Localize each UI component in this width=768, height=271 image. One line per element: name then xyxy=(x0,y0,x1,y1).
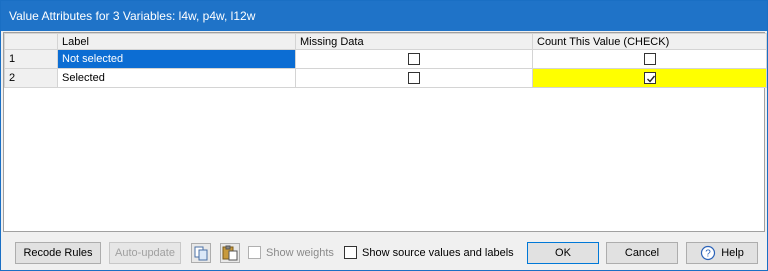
show-weights-checkbox[interactable] xyxy=(248,246,261,259)
attributes-grid: Label Missing Data Count This Value (CHE… xyxy=(3,32,767,232)
missing-data-checkbox[interactable] xyxy=(408,53,420,66)
ok-button[interactable]: OK xyxy=(527,242,599,264)
button-bar: Recode Rules Auto-update Show weights Sh… xyxy=(1,233,767,270)
table-row[interactable]: 1 Not selected xyxy=(4,49,767,69)
attributes-table: Label Missing Data Count This Value (CHE… xyxy=(4,33,767,88)
missing-data-cell[interactable] xyxy=(295,49,533,69)
label-cell[interactable]: Not selected xyxy=(57,49,296,69)
column-header-label[interactable]: Label xyxy=(57,33,296,50)
show-weights-option[interactable]: Show weights xyxy=(248,246,334,259)
show-source-checkbox[interactable] xyxy=(344,246,357,259)
svg-text:?: ? xyxy=(705,249,711,260)
count-value-checkbox[interactable] xyxy=(643,53,656,66)
table-header-row: Label Missing Data Count This Value (CHE… xyxy=(4,33,767,50)
help-button[interactable]: ? Help xyxy=(686,242,758,264)
help-label: Help xyxy=(721,247,744,259)
cancel-button[interactable]: Cancel xyxy=(606,242,678,264)
column-header-rownum xyxy=(4,33,58,50)
show-source-label: Show source values and labels xyxy=(362,246,514,259)
label-cell[interactable]: Selected xyxy=(57,68,296,88)
show-weights-label: Show weights xyxy=(266,246,334,259)
paste-button[interactable] xyxy=(220,243,240,263)
column-header-missing-data[interactable]: Missing Data xyxy=(295,33,533,50)
paste-icon xyxy=(222,245,238,261)
count-value-cell[interactable] xyxy=(532,68,767,88)
missing-data-cell[interactable] xyxy=(295,68,533,88)
copy-button[interactable] xyxy=(191,243,211,263)
show-source-option[interactable]: Show source values and labels xyxy=(344,246,514,259)
table-row[interactable]: 2 Selected xyxy=(4,68,767,88)
dialog-title: Value Attributes for 3 Variables: l4w, p… xyxy=(1,1,767,31)
count-value-cell[interactable] xyxy=(532,49,767,69)
row-number[interactable]: 2 xyxy=(4,68,58,88)
column-header-count-this-value[interactable]: Count This Value (CHECK) xyxy=(532,33,767,50)
auto-update-button[interactable]: Auto-update xyxy=(109,242,181,264)
copy-icon xyxy=(194,246,208,261)
recode-rules-button[interactable]: Recode Rules xyxy=(15,242,101,264)
help-icon: ? xyxy=(701,245,716,261)
missing-data-checkbox[interactable] xyxy=(408,72,420,85)
checkmark-icon xyxy=(646,75,655,83)
row-number[interactable]: 1 xyxy=(4,49,58,69)
count-value-checkbox-checked[interactable] xyxy=(643,72,656,85)
value-attributes-dialog: Value Attributes for 3 Variables: l4w, p… xyxy=(0,0,768,271)
